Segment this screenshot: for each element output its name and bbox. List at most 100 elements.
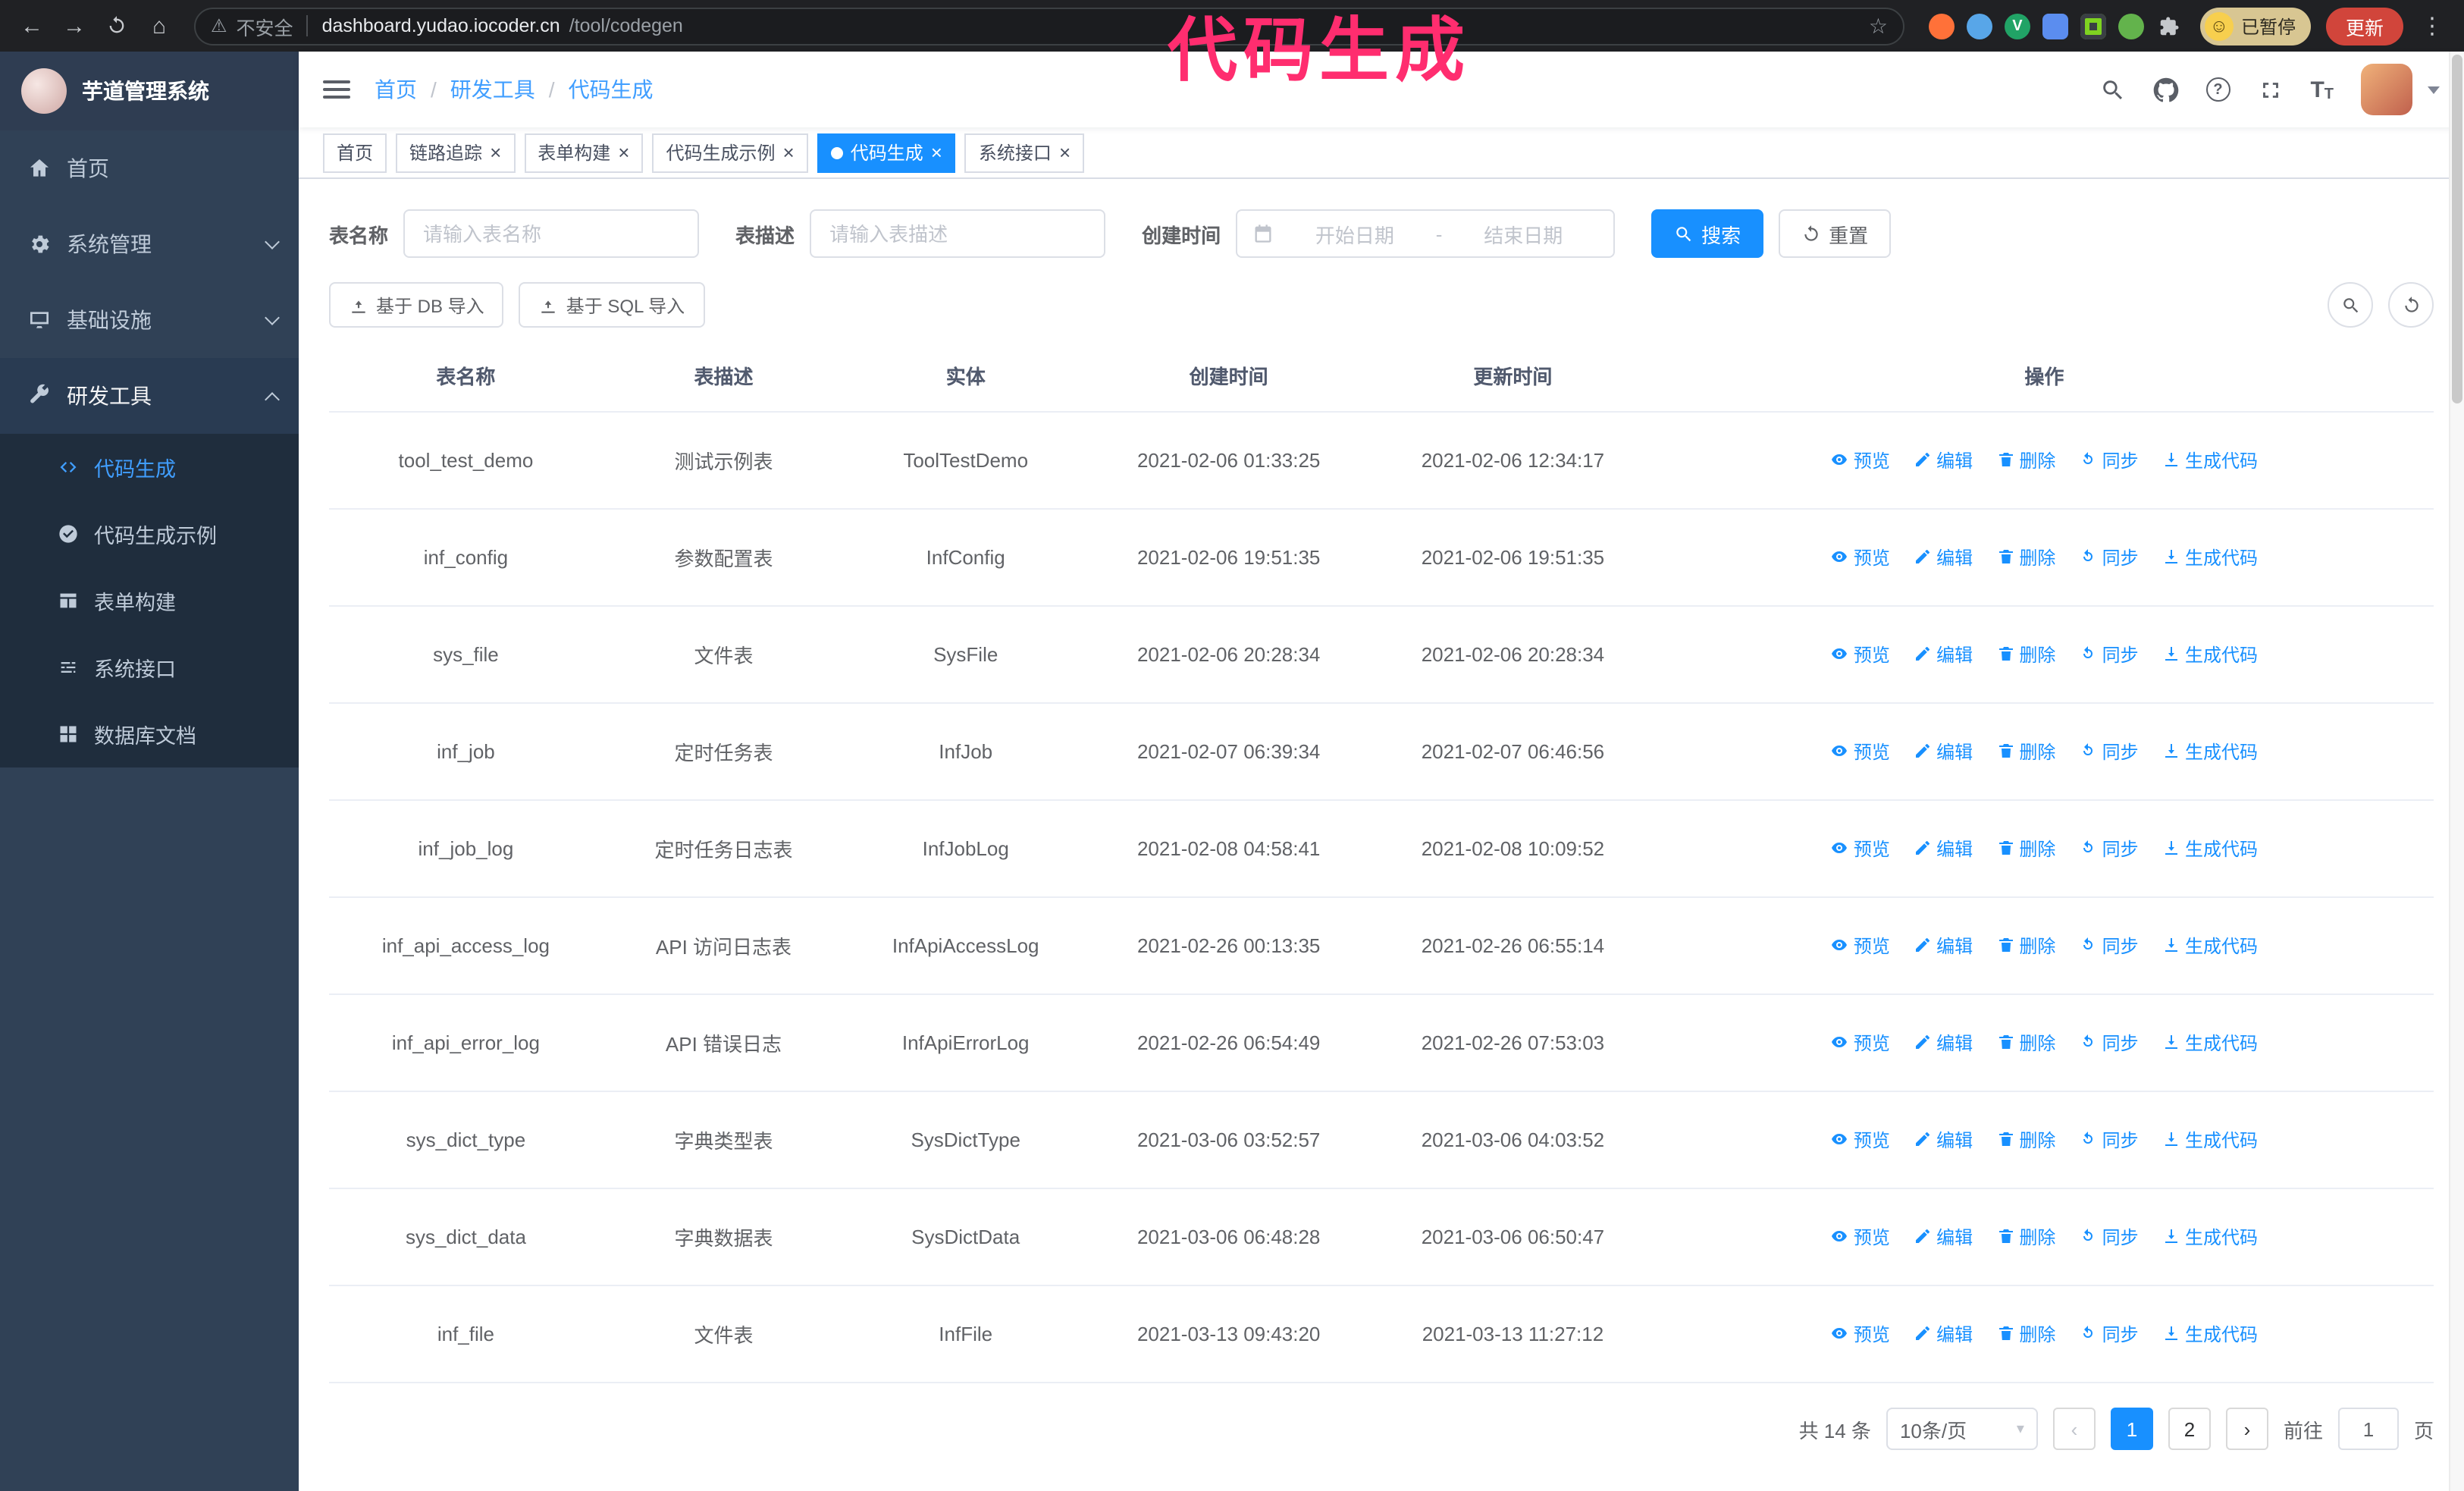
delete-link[interactable]: 删除 (1996, 1224, 2055, 1250)
delete-link[interactable]: 删除 (1996, 1127, 2055, 1153)
delete-link[interactable]: 删除 (1996, 933, 2055, 959)
close-icon[interactable]: × (783, 143, 795, 162)
import-sql-button[interactable]: 基于 SQL 导入 (519, 282, 705, 328)
preview-link[interactable]: 预览 (1831, 545, 1890, 570)
generate-code-link[interactable]: 生成代码 (2162, 545, 2258, 570)
generate-code-link[interactable]: 生成代码 (2162, 836, 2258, 862)
edit-link[interactable]: 编辑 (1914, 933, 1973, 959)
sync-link[interactable]: 同步 (2080, 933, 2139, 959)
preview-link[interactable]: 预览 (1831, 1224, 1890, 1250)
fullscreen-icon[interactable] (2257, 77, 2283, 102)
delete-link[interactable]: 删除 (1996, 642, 2055, 667)
edit-link[interactable]: 编辑 (1914, 545, 1973, 570)
sync-link[interactable]: 同步 (2080, 1224, 2139, 1250)
sidebar-item-infrastructure[interactable]: 基础设施 (0, 282, 299, 358)
edit-link[interactable]: 编辑 (1914, 642, 1973, 667)
extension-icon-blue[interactable] (1966, 13, 1992, 39)
delete-link[interactable]: 删除 (1996, 447, 2055, 473)
close-icon[interactable]: × (618, 143, 629, 162)
menu-kebab-icon[interactable]: ⋮ (2412, 12, 2452, 39)
sidebar-toggle-icon[interactable] (323, 80, 350, 99)
next-page-button[interactable]: › (2225, 1408, 2268, 1450)
tab-codegen-example[interactable]: 代码生成示例 × (652, 133, 808, 172)
page-size-select[interactable]: 10条/页 ▾ (1886, 1408, 2038, 1450)
table-desc-input[interactable] (810, 209, 1106, 258)
edit-link[interactable]: 编辑 (1914, 836, 1973, 862)
edit-link[interactable]: 编辑 (1914, 739, 1973, 764)
sidebar-subitem-codegen-example[interactable]: 代码生成示例 (0, 501, 299, 567)
generate-code-link[interactable]: 生成代码 (2162, 739, 2258, 764)
edit-link[interactable]: 编辑 (1914, 1127, 1973, 1153)
preview-link[interactable]: 预览 (1831, 739, 1890, 764)
extensions-puzzle-icon[interactable] (2156, 13, 2182, 39)
address-bar[interactable]: ⚠ 不安全 dashboard.yudao.iocoder.cn/tool/co… (194, 7, 1904, 45)
reload-icon[interactable] (97, 15, 136, 36)
scrollbar-thumb[interactable] (2452, 55, 2462, 403)
extension-icon-dark[interactable] (2080, 13, 2106, 39)
edit-link[interactable]: 编辑 (1914, 447, 1973, 473)
toggle-search-button[interactable] (2328, 282, 2373, 328)
home-icon[interactable]: ⌂ (140, 13, 179, 39)
forward-icon[interactable]: → (55, 13, 94, 39)
sidebar-item-home[interactable]: 首页 (0, 130, 299, 206)
delete-link[interactable]: 删除 (1996, 545, 2055, 570)
breadcrumb-home[interactable]: 首页 (375, 74, 417, 105)
sync-link[interactable]: 同步 (2080, 447, 2139, 473)
sidebar-item-dev-tools[interactable]: 研发工具 (0, 358, 299, 434)
sync-link[interactable]: 同步 (2080, 836, 2139, 862)
extension-icon-users[interactable] (2042, 13, 2068, 39)
close-icon[interactable]: × (931, 143, 942, 162)
search-button[interactable]: 搜索 (1651, 209, 1764, 258)
preview-link[interactable]: 预览 (1831, 447, 1890, 473)
profile-chip[interactable]: ☺ 已暂停 (2199, 7, 2311, 45)
github-icon[interactable] (2152, 77, 2178, 102)
back-icon[interactable]: ← (12, 13, 52, 39)
breadcrumb-codegen[interactable]: 代码生成 (569, 74, 654, 105)
help-icon[interactable]: ? (2205, 77, 2230, 102)
table-name-input[interactable] (403, 209, 700, 258)
generate-code-link[interactable]: 生成代码 (2162, 1224, 2258, 1250)
sidebar-subitem-system-api[interactable]: 系统接口 (0, 634, 299, 701)
sync-link[interactable]: 同步 (2080, 1030, 2139, 1056)
user-avatar[interactable] (2361, 64, 2412, 115)
preview-link[interactable]: 预览 (1831, 1127, 1890, 1153)
close-icon[interactable]: × (490, 143, 501, 162)
generate-code-link[interactable]: 生成代码 (2162, 1030, 2258, 1056)
bookmark-star-icon[interactable]: ☆ (1869, 13, 1888, 39)
delete-link[interactable]: 删除 (1996, 836, 2055, 862)
sync-link[interactable]: 同步 (2080, 642, 2139, 667)
generate-code-link[interactable]: 生成代码 (2162, 1127, 2258, 1153)
page-scrollbar[interactable] (2449, 52, 2464, 1491)
delete-link[interactable]: 删除 (1996, 739, 2055, 764)
generate-code-link[interactable]: 生成代码 (2162, 1321, 2258, 1347)
close-icon[interactable]: × (1059, 143, 1071, 162)
refresh-table-button[interactable] (2388, 282, 2434, 328)
sidebar-subitem-codegen[interactable]: 代码生成 (0, 434, 299, 501)
generate-code-link[interactable]: 生成代码 (2162, 642, 2258, 667)
font-size-icon[interactable]: TT (2310, 77, 2334, 102)
sidebar-subitem-db-docs[interactable]: 数据库文档 (0, 701, 299, 767)
tab-system-api[interactable]: 系统接口 × (964, 133, 1085, 172)
tab-codegen[interactable]: 代码生成 × (817, 133, 956, 172)
preview-link[interactable]: 预览 (1831, 933, 1890, 959)
avatar-caret-icon[interactable] (2428, 86, 2440, 93)
page-button-2[interactable]: 2 (2168, 1408, 2211, 1450)
import-db-button[interactable]: 基于 DB 导入 (329, 282, 504, 328)
tab-tracing[interactable]: 链路追踪 × (396, 133, 516, 172)
generate-code-link[interactable]: 生成代码 (2162, 447, 2258, 473)
sidebar-item-system-mgmt[interactable]: 系统管理 (0, 206, 299, 282)
reset-button[interactable]: 重置 (1779, 209, 1892, 258)
extension-icon-leaf[interactable] (2118, 13, 2144, 39)
breadcrumb-devtools[interactable]: 研发工具 (450, 74, 535, 105)
date-range-picker[interactable]: 开始日期 - 结束日期 (1236, 209, 1616, 258)
tab-home[interactable]: 首页 (323, 133, 387, 172)
prev-page-button[interactable]: ‹ (2052, 1408, 2096, 1450)
sync-link[interactable]: 同步 (2080, 739, 2139, 764)
edit-link[interactable]: 编辑 (1914, 1224, 1973, 1250)
edit-link[interactable]: 编辑 (1914, 1321, 1973, 1347)
delete-link[interactable]: 删除 (1996, 1321, 2055, 1347)
sync-link[interactable]: 同步 (2080, 1321, 2139, 1347)
update-button[interactable]: 更新 (2325, 7, 2403, 45)
preview-link[interactable]: 预览 (1831, 1321, 1890, 1347)
sidebar-subitem-form-builder[interactable]: 表单构建 (0, 567, 299, 634)
